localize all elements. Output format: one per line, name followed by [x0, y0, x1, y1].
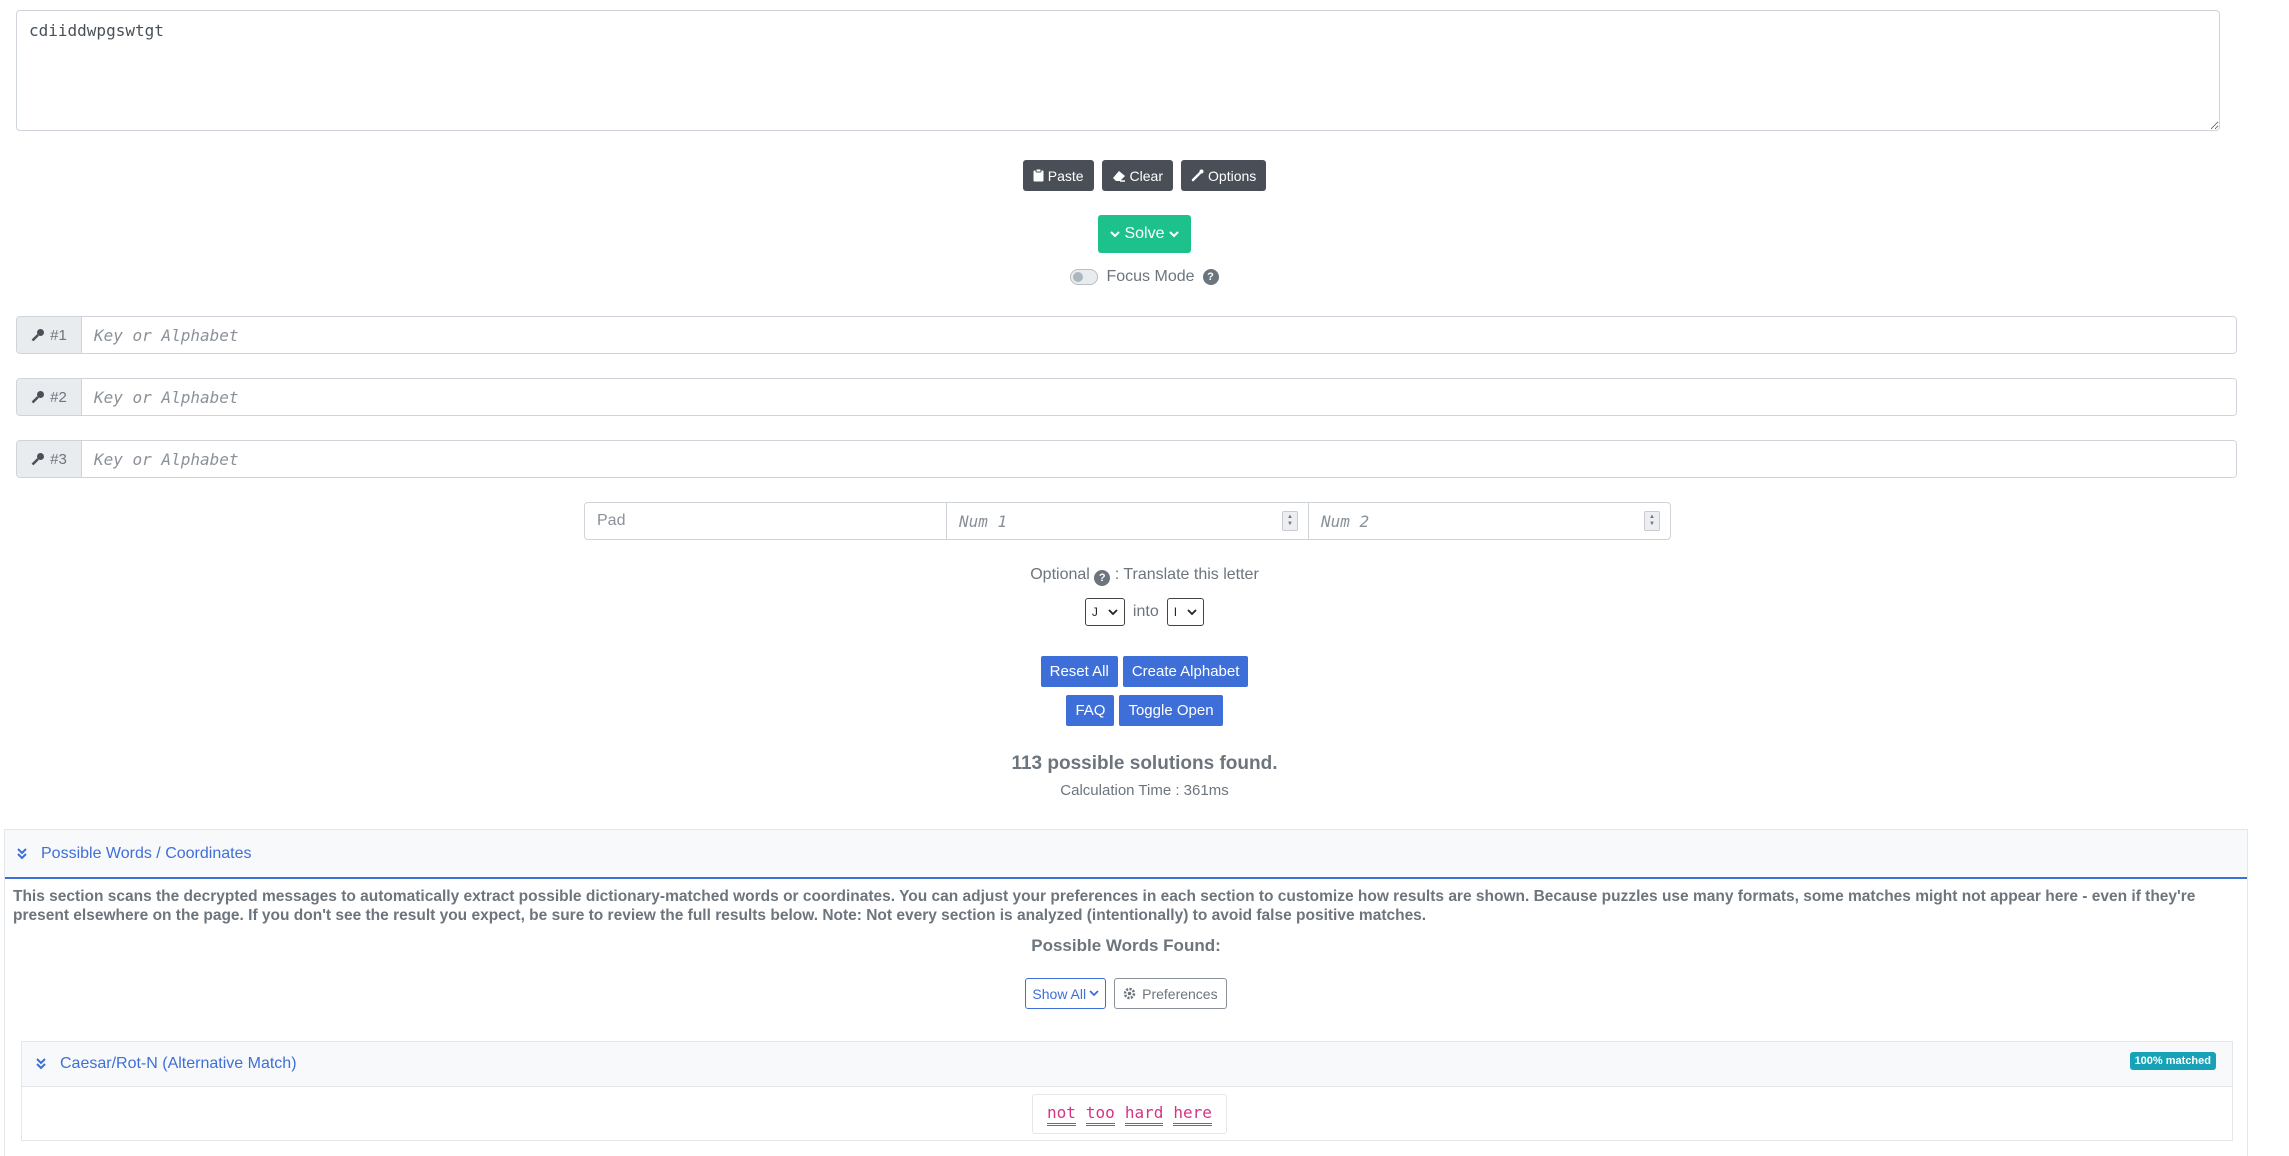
key-row-2: #2: [16, 378, 2237, 416]
chevron-down-icon: [1110, 230, 1121, 238]
possible-words-found-label: Possible Words Found:: [1031, 936, 1221, 955]
key-icon: [31, 452, 45, 466]
key-icon: [31, 390, 45, 404]
show-all-dropdown[interactable]: Show All: [1025, 978, 1107, 1009]
key-input-3[interactable]: [82, 441, 2236, 477]
match-percent-badge: 100% matched: [2129, 1052, 2216, 1070]
double-chevron-down-icon: [17, 847, 27, 860]
solutions-summary: 113 possible solutions found.: [1011, 753, 1278, 774]
gear-icon: [1123, 987, 1136, 1000]
key-row-1: #1: [16, 316, 2237, 354]
clear-label: Clear: [1129, 167, 1164, 184]
solve-label: Solve: [1124, 225, 1165, 242]
focus-mode-label: Focus Mode: [1106, 268, 1195, 285]
translate-label: : Translate this letter: [1114, 566, 1259, 583]
translate-to-value: I: [1173, 605, 1178, 619]
chevron-down-icon: [1187, 608, 1197, 616]
ciphertext-input[interactable]: [16, 10, 2220, 131]
paste-label: Paste: [1047, 167, 1084, 184]
question-circle-icon[interactable]: ?: [1094, 570, 1111, 586]
words-controls: Show All Preferences: [5, 978, 2247, 1009]
focus-mode-toggle[interactable]: [1070, 269, 1099, 285]
possible-words-title: Possible Words / Coordinates: [41, 844, 252, 862]
question-circle-icon[interactable]: ?: [1202, 269, 1219, 285]
matched-word[interactable]: hard: [1124, 1103, 1164, 1126]
double-chevron-down-icon: [36, 1058, 46, 1070]
num2-input[interactable]: [1309, 511, 1644, 531]
matched-word[interactable]: not: [1047, 1103, 1076, 1126]
create-alphabet-button[interactable]: Create Alphabet: [1122, 656, 1249, 687]
action-row-1: Reset All Create Alphabet: [0, 656, 2289, 687]
chevron-down-icon: [1089, 990, 1099, 997]
preferences-label: Preferences: [1142, 985, 1218, 1002]
action-row-2: FAQ Toggle Open: [0, 695, 2289, 726]
caesar-match-panel: Caesar/Rot-N (Alternative Match) 100% ma…: [21, 1041, 2233, 1141]
matched-words: not too hard here: [1032, 1094, 1227, 1134]
preferences-button[interactable]: Preferences: [1114, 978, 1227, 1009]
key-label: #2: [50, 388, 67, 406]
solve-row: Solve: [0, 215, 2289, 253]
chevron-down-icon: [1108, 608, 1118, 616]
num1-input[interactable]: [947, 511, 1282, 531]
key-prefix-2: #2: [17, 379, 82, 415]
key-input-1[interactable]: [82, 317, 2236, 353]
faq-button[interactable]: FAQ: [1066, 695, 1115, 726]
key-prefix-1: #1: [17, 317, 82, 353]
solve-button[interactable]: Solve: [1098, 215, 1191, 253]
key-input-2[interactable]: [82, 379, 2236, 415]
key-icon: [31, 328, 45, 342]
caesar-match-title: Caesar/Rot-N (Alternative Match): [60, 1055, 297, 1072]
reset-all-button[interactable]: Reset All: [1040, 656, 1118, 687]
num1-stepper[interactable]: ▲ ▼: [1282, 511, 1298, 531]
possible-words-header[interactable]: Possible Words / Coordinates: [5, 830, 2247, 879]
show-all-label: Show All: [1032, 985, 1087, 1002]
focus-mode-row: Focus Mode ?: [0, 268, 2289, 286]
key-label: #3: [50, 450, 67, 468]
optional-label: Optional: [1030, 566, 1090, 583]
matched-word[interactable]: here: [1173, 1103, 1212, 1126]
clear-button[interactable]: Clear: [1101, 160, 1174, 191]
tools-icon: [1191, 169, 1204, 182]
options-label: Options: [1208, 167, 1257, 184]
paste-button[interactable]: Paste: [1022, 160, 1094, 191]
key-label: #1: [50, 326, 67, 344]
translate-row: J into I: [0, 598, 2289, 626]
caesar-match-header[interactable]: Caesar/Rot-N (Alternative Match) 100% ma…: [22, 1042, 2232, 1087]
num2-stepper[interactable]: ▲ ▼: [1644, 511, 1660, 531]
translate-caption: Optional ? : Translate this letter: [0, 566, 2289, 586]
pad-row: ▲▼ ▲▼: [584, 502, 1671, 540]
input-toolbar: Paste Clear Options: [0, 160, 2289, 191]
chevron-down-icon: [1168, 230, 1179, 238]
pad-input[interactable]: [585, 512, 946, 530]
translate-to-select[interactable]: I: [1166, 598, 1205, 626]
translate-from-select[interactable]: J: [1084, 598, 1125, 626]
into-label: into: [1132, 603, 1159, 620]
key-row-3: #3: [16, 440, 2237, 478]
possible-words-description: This section scans the decrypted message…: [13, 888, 2196, 924]
eraser-icon: [1112, 170, 1126, 182]
possible-words-panel: Possible Words / Coordinates This sectio…: [4, 829, 2248, 1156]
options-button[interactable]: Options: [1181, 160, 1267, 191]
clipboard-icon: [1033, 169, 1044, 182]
toggle-open-button[interactable]: Toggle Open: [1119, 695, 1223, 726]
matched-word[interactable]: too: [1085, 1103, 1115, 1126]
calculation-time: Calculation Time : 361ms: [1060, 782, 1229, 799]
translate-from-value: J: [1091, 605, 1098, 619]
key-prefix-3: #3: [17, 441, 82, 477]
